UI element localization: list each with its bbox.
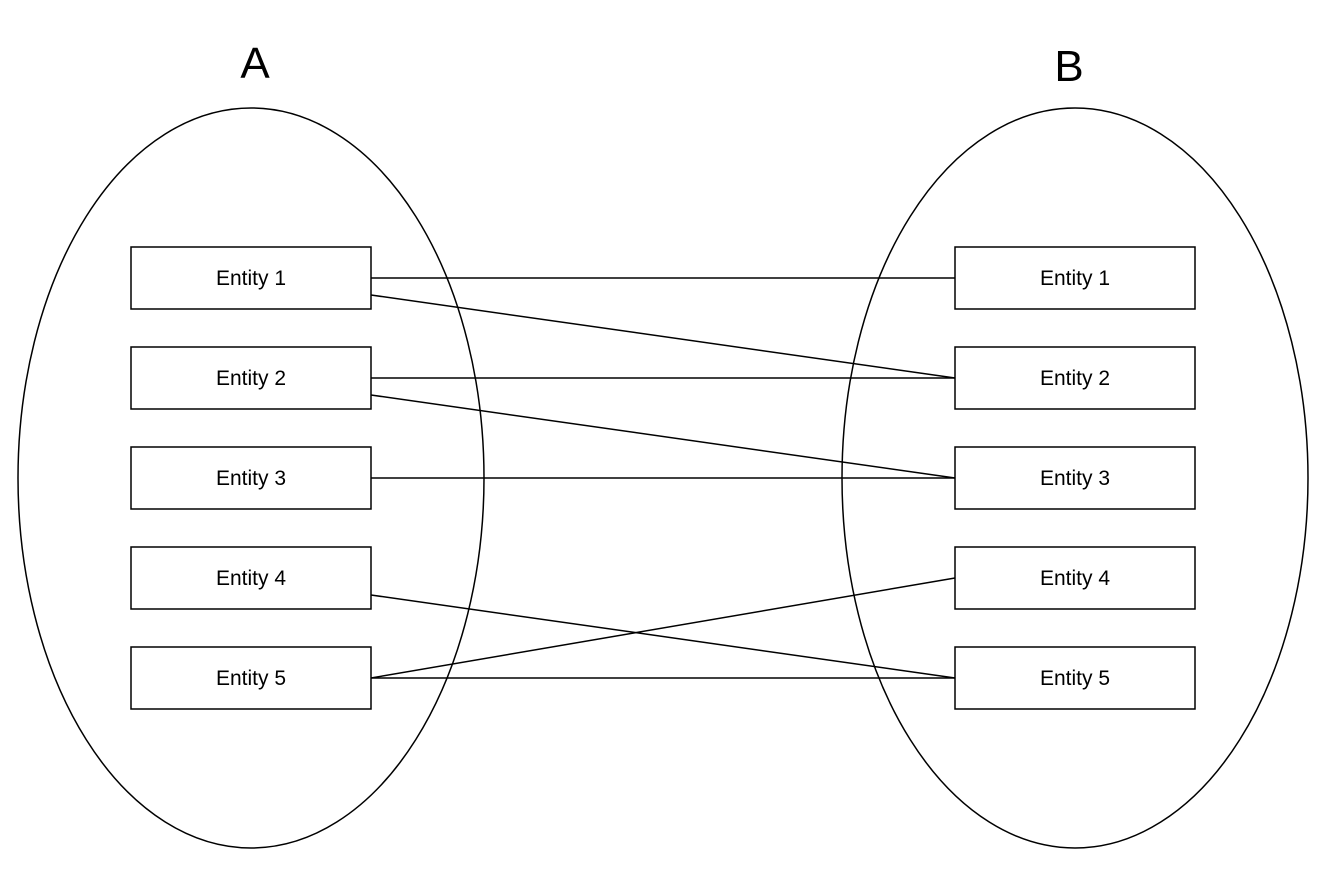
entity-label: Entity 1 — [1040, 267, 1110, 290]
entity-box-b-5: Entity 5 — [954, 646, 1196, 710]
connection-line-4 — [370, 394, 956, 479]
entity-label: Entity 5 — [216, 667, 286, 690]
entity-box-a-2: Entity 2 — [130, 346, 372, 410]
connection-line-7 — [370, 577, 956, 679]
set-a-label: A — [240, 39, 270, 88]
entity-label: Entity 4 — [1040, 567, 1110, 590]
entity-label: Entity 4 — [216, 567, 286, 590]
entity-label: Entity 2 — [1040, 367, 1110, 390]
set-b-label: B — [1054, 42, 1083, 91]
entity-box-a-1: Entity 1 — [130, 246, 372, 310]
entity-box-a-4: Entity 4 — [130, 546, 372, 610]
entity-box-b-1: Entity 1 — [954, 246, 1196, 310]
entity-label: Entity 3 — [1040, 467, 1110, 490]
entity-box-b-2: Entity 2 — [954, 346, 1196, 410]
entity-label: Entity 2 — [216, 367, 286, 390]
connection-line-6 — [370, 594, 956, 679]
entity-label: Entity 3 — [216, 467, 286, 490]
entity-box-b-3: Entity 3 — [954, 446, 1196, 510]
entity-box-a-5: Entity 5 — [130, 646, 372, 710]
entity-label: Entity 5 — [1040, 667, 1110, 690]
entity-box-a-3: Entity 3 — [130, 446, 372, 510]
entity-label: Entity 1 — [216, 267, 286, 290]
connection-line-2 — [370, 294, 956, 379]
entity-box-b-4: Entity 4 — [954, 546, 1196, 610]
mapping-diagram: A B Entity 1 Entity 2 Entity 3 Entity 4 Enti… — [17, 39, 1309, 849]
